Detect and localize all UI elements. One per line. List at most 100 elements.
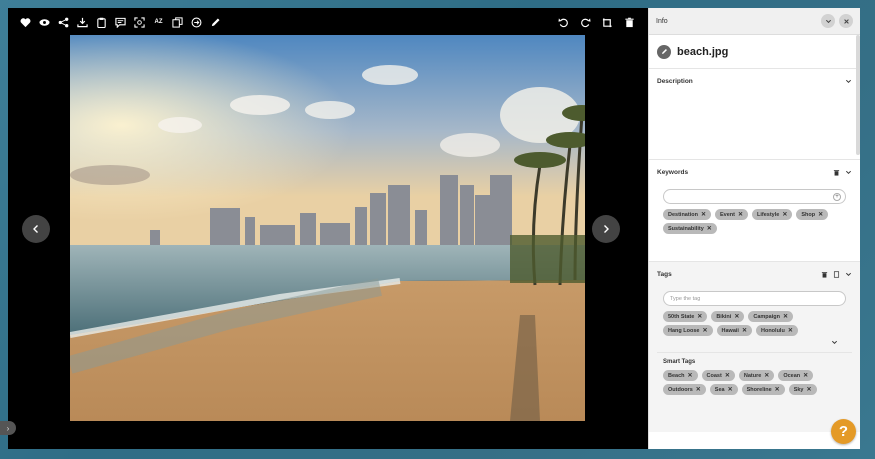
eye-icon[interactable]: [35, 14, 54, 30]
tag-input[interactable]: Type the tag: [663, 291, 846, 306]
remove-chip-icon[interactable]: ✕: [738, 211, 743, 218]
share-icon[interactable]: [54, 14, 73, 30]
compare-icon[interactable]: [187, 14, 206, 30]
chip-label: Hang Loose: [668, 327, 700, 334]
rotate-right-icon[interactable]: [576, 14, 595, 30]
remove-chip-icon[interactable]: ✕: [701, 211, 706, 218]
trash-icon[interactable]: [620, 14, 639, 30]
az-icon[interactable]: AZ: [149, 14, 168, 30]
smart-tag-chip: Shoreline ✕: [741, 384, 785, 395]
tag-chip: Hawaii ✕: [716, 325, 752, 336]
document-icon[interactable]: [833, 270, 840, 278]
chevron-down-icon[interactable]: [831, 339, 838, 346]
clipboard-icon[interactable]: [92, 14, 111, 30]
collapse-panel-button[interactable]: [821, 14, 835, 28]
chip-label: Hawaii: [721, 327, 739, 334]
remove-chip-icon[interactable]: ✕: [688, 372, 693, 379]
tag-chip: Campaign ✕: [748, 311, 793, 322]
chevron-down-icon[interactable]: [845, 271, 852, 278]
tag-input-placeholder: Type the tag: [670, 295, 701, 302]
description-section: Description: [649, 69, 860, 160]
face-scan-icon[interactable]: [130, 14, 149, 30]
next-image-button[interactable]: [592, 215, 620, 243]
chip-label: Event: [719, 211, 735, 218]
file-name-row: beach.jpg: [649, 35, 860, 69]
help-button[interactable]: ?: [831, 419, 856, 444]
chip-label: Outdoors: [668, 386, 693, 393]
chip-label: Beach: [668, 372, 685, 379]
chip-label: Sky: [793, 386, 804, 393]
previous-image-button[interactable]: [22, 215, 50, 243]
keywords-title: Keywords: [657, 168, 689, 176]
info-panel-header: Info: [649, 8, 860, 35]
chip-label: Sea: [714, 386, 725, 393]
smart-tag-chip: Nature ✕: [738, 370, 775, 381]
keyword-chip: Shop ✕: [796, 209, 829, 220]
keyword-chip: Sustainability ✕: [663, 223, 717, 234]
keyword-chip: Destination ✕: [663, 209, 711, 220]
tag-chips: 50th State ✕ Bikini ✕ Campaign ✕ Hang Loose…: [657, 306, 852, 336]
viewer-toolbar: AZ: [16, 14, 225, 30]
close-icon: [843, 18, 849, 24]
copy-icon[interactable]: [168, 14, 187, 30]
remove-chip-icon[interactable]: ✕: [803, 372, 808, 379]
az-label: AZ: [154, 19, 163, 25]
tags-section: Tags Type the tag 50th State ✕ Bikini ✕ Ca…: [649, 262, 860, 432]
remove-chip-icon[interactable]: ✕: [725, 372, 730, 379]
smart-tag-chip: Coast ✕: [701, 370, 735, 381]
remove-chip-icon[interactable]: ✕: [697, 313, 702, 320]
remove-chip-icon[interactable]: ✕: [775, 386, 780, 393]
chip-label: Campaign: [753, 313, 780, 320]
remove-chip-icon[interactable]: ✕: [818, 211, 823, 218]
remove-chip-icon[interactable]: ✕: [783, 313, 788, 320]
remove-chip-icon[interactable]: ✕: [764, 372, 769, 379]
description-title: Description: [657, 77, 693, 85]
info-panel: Info beach.jpg Description Keywords + De…: [648, 8, 860, 449]
chevron-down-icon[interactable]: [845, 78, 852, 85]
chevron-down-icon: [825, 19, 831, 23]
panel-title: Info: [656, 17, 668, 25]
tags-title: Tags: [657, 270, 672, 278]
beach-photo: [70, 35, 585, 421]
remove-chip-icon[interactable]: ✕: [807, 386, 812, 393]
chip-label: Lifestyle: [757, 211, 780, 218]
panel-scrollbar[interactable]: [856, 35, 860, 155]
expand-sidebar-button[interactable]: ›: [0, 421, 16, 435]
remove-chip-icon[interactable]: ✕: [702, 327, 707, 334]
chip-label: Shop: [801, 211, 816, 218]
remove-chip-icon[interactable]: ✕: [742, 327, 747, 334]
remove-chip-icon[interactable]: ✕: [782, 211, 787, 218]
remove-chip-icon[interactable]: ✕: [734, 313, 739, 320]
remove-chip-icon[interactable]: ✕: [707, 225, 712, 232]
smart-tag-chip: Sea ✕: [709, 384, 738, 395]
add-keyword-icon[interactable]: +: [833, 193, 841, 201]
rotate-left-icon[interactable]: [554, 14, 573, 30]
keyword-chip: Event ✕: [714, 209, 748, 220]
keyword-chip: Lifestyle ✕: [752, 209, 793, 220]
chip-label: Ocean: [783, 372, 801, 379]
heart-icon[interactable]: [16, 14, 35, 30]
trash-icon[interactable]: [833, 169, 840, 176]
remove-chip-icon[interactable]: ✕: [696, 386, 701, 393]
smart-tag-chip: Sky ✕: [788, 384, 817, 395]
chip-label: Bikini: [716, 313, 732, 320]
smart-tag-chip: Beach ✕: [663, 370, 698, 381]
chip-label: 50th State: [668, 313, 695, 320]
download-icon[interactable]: [73, 14, 92, 30]
chip-label: Shoreline: [746, 386, 772, 393]
remove-chip-icon[interactable]: ✕: [728, 386, 733, 393]
chevron-down-icon[interactable]: [845, 169, 852, 176]
comment-icon[interactable]: [111, 14, 130, 30]
trash-icon[interactable]: [821, 271, 828, 278]
chip-label: Coast: [706, 372, 722, 379]
edit-pen-icon[interactable]: [206, 14, 225, 30]
remove-chip-icon[interactable]: ✕: [788, 327, 793, 334]
keyword-input[interactable]: +: [663, 189, 846, 204]
keywords-section: Keywords + Destination ✕ Event ✕ Lifestyle…: [649, 160, 860, 262]
close-panel-button[interactable]: [839, 14, 853, 28]
rename-button[interactable]: [657, 44, 671, 59]
crop-icon[interactable]: [598, 14, 617, 30]
chip-label: Nature: [743, 372, 762, 379]
pencil-icon: [661, 49, 667, 54]
image-viewer: AZ: [8, 8, 649, 449]
